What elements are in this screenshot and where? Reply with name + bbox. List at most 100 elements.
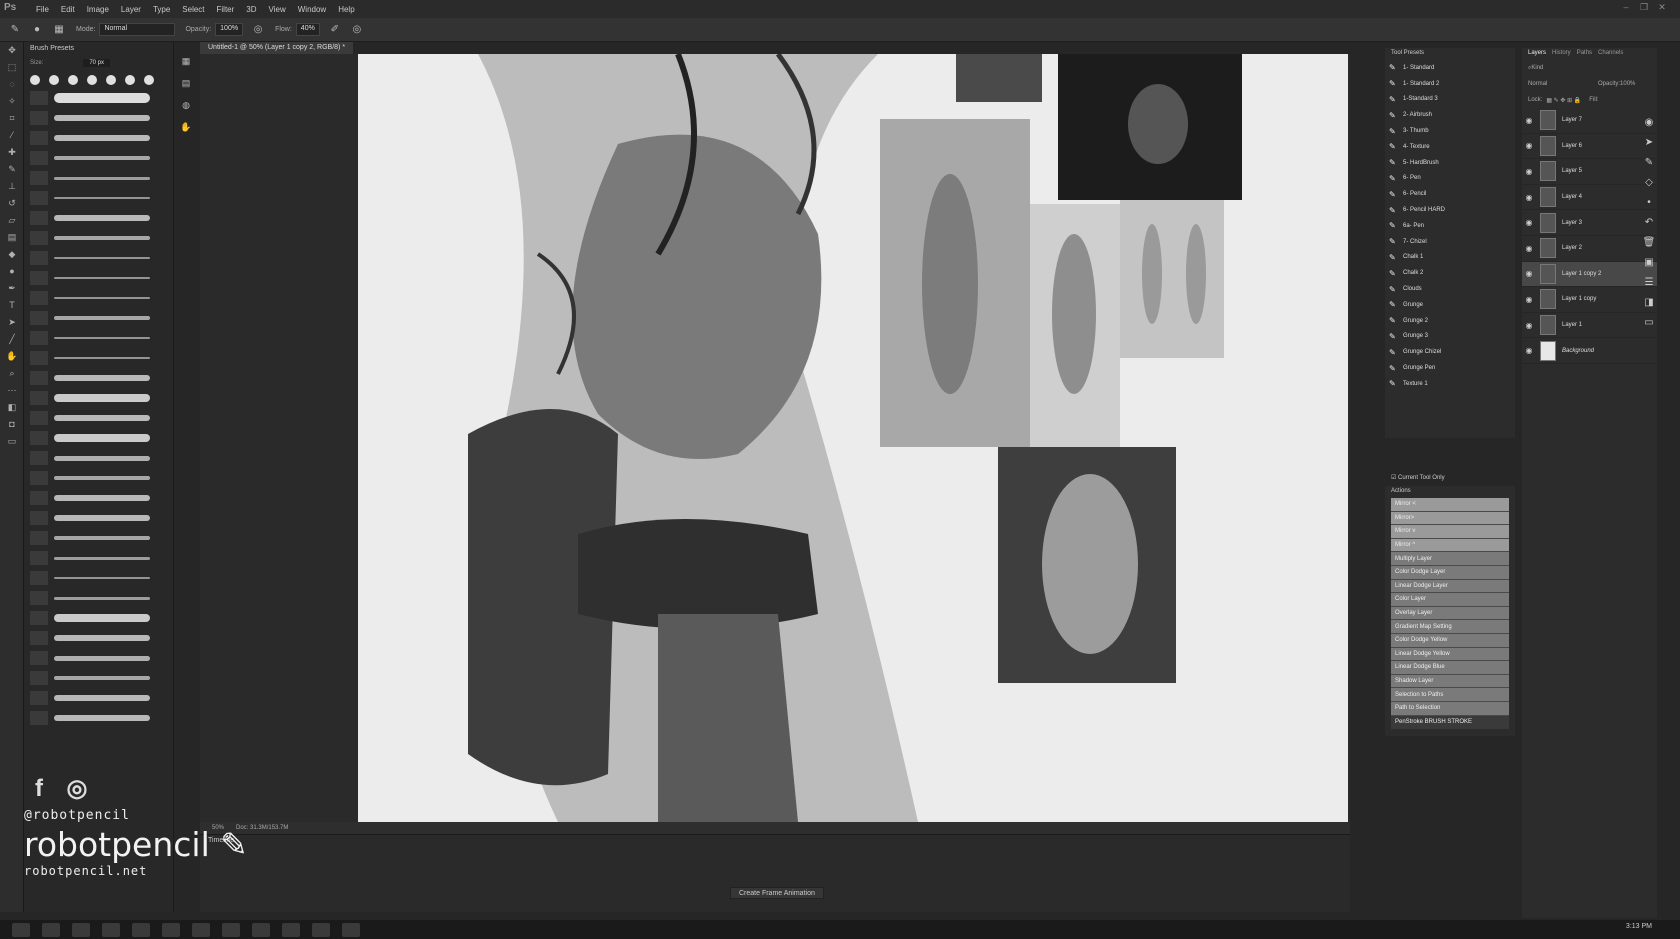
camera-icon[interactable]: ▣ [1640, 254, 1658, 272]
eyedropper-icon[interactable]: ⁄ [0, 127, 24, 144]
visibility-eye-icon[interactable]: ◉ [1522, 244, 1536, 253]
brush-preset-item[interactable] [24, 448, 173, 468]
clone-stamp-icon[interactable]: ⊥ [0, 178, 24, 195]
swatches-panel-icon[interactable]: ▦ [178, 56, 194, 72]
visibility-eye-icon[interactable]: ◉ [1522, 321, 1536, 330]
color-swatches-icon[interactable]: ◧ [0, 399, 24, 416]
brush-preset-item[interactable] [24, 568, 173, 588]
tool-preset-item[interactable]: ✎ Clouds [1385, 281, 1515, 297]
taskbar-app-icon[interactable] [162, 922, 180, 937]
tool-preset-item[interactable]: ✎ Chalk 2 [1385, 265, 1515, 281]
action-button[interactable]: Linear Dodge Layer [1391, 579, 1509, 594]
brush-preset-item[interactable] [24, 368, 173, 388]
adjustments-panel-icon[interactable]: ▤ [178, 78, 194, 94]
lock-icon[interactable]: ▦ ✎ ✥ ⊞ 🔒 [1546, 97, 1581, 104]
healing-brush-icon[interactable]: ✚ [0, 144, 24, 161]
layer-row[interactable]: ◉ Layer 2 [1522, 236, 1657, 262]
menu-help[interactable]: Help [332, 5, 360, 14]
action-button[interactable]: Mirror v [1391, 525, 1509, 539]
visibility-eye-icon[interactable]: ◉ [1522, 141, 1536, 150]
eye-icon[interactable]: ◉ [1640, 114, 1658, 132]
brush-tip[interactable] [87, 75, 97, 85]
restore-icon[interactable]: ❐ [1638, 2, 1650, 14]
tab-layers[interactable]: Layers [1528, 50, 1546, 60]
layer-row[interactable]: ◉ Background [1522, 338, 1657, 364]
menu-select[interactable]: Select [176, 5, 210, 14]
brush-picker-icon[interactable]: ● [30, 23, 44, 37]
path-select-icon[interactable]: ➤ [0, 314, 24, 331]
action-button[interactable]: Linear Dodge Blue [1391, 661, 1509, 675]
menu-view[interactable]: View [263, 5, 292, 14]
brush-tip[interactable] [49, 75, 59, 85]
tool-preset-item[interactable]: ✎ Grunge 2 [1385, 313, 1515, 329]
tab-history[interactable]: History [1552, 50, 1571, 60]
action-button[interactable]: Selection to Paths [1391, 688, 1509, 702]
layer-row[interactable]: ◉ Layer 3 [1522, 210, 1657, 236]
brush-preset-item[interactable] [24, 628, 173, 648]
line-tool-icon[interactable]: ╱ [0, 331, 24, 348]
brush-preset-item[interactable] [24, 208, 173, 228]
more-tools-icon[interactable]: ⋯ [0, 382, 24, 399]
brush-preset-item[interactable] [24, 508, 173, 528]
tool-preset-item[interactable]: ✎ Grunge [1385, 297, 1515, 313]
dodge-tool-icon[interactable]: ● [0, 263, 24, 280]
brush-size-field[interactable]: 70 px [83, 59, 111, 67]
brush-preset-item[interactable] [24, 328, 173, 348]
brush-tip[interactable] [106, 75, 116, 85]
flow-field[interactable]: 40% [295, 23, 320, 36]
tab-paths[interactable]: Paths [1577, 50, 1592, 60]
brush-preset-item[interactable] [24, 128, 173, 148]
brush-preset-item[interactable] [24, 228, 173, 248]
action-button[interactable]: Mirror> [1391, 511, 1509, 526]
tool-preset-item[interactable]: ✎ 4- Texture [1385, 139, 1515, 155]
quick-mask-icon[interactable]: ◘ [0, 416, 24, 433]
lasso-tool-icon[interactable]: ◌ [0, 76, 24, 93]
pressure-opacity-icon[interactable]: ◎ [251, 23, 265, 37]
mode-select[interactable]: Normal [99, 23, 176, 36]
eraser-icon[interactable]: ◇ [1640, 174, 1658, 192]
tool-preset-item[interactable]: ✎ 2- Airbrush [1385, 107, 1515, 123]
history-brush-icon[interactable]: ↺ [0, 195, 24, 212]
layer-row[interactable]: ◉ Layer 6 [1522, 134, 1657, 160]
menu-type[interactable]: Type [147, 5, 176, 14]
visibility-eye-icon[interactable]: ◉ [1522, 295, 1536, 304]
taskbar-app-icon[interactable] [132, 922, 150, 937]
tool-preset-item[interactable]: ✎ Texture 1 [1385, 376, 1515, 392]
layer-opacity-field[interactable]: 100% [1620, 81, 1635, 87]
action-button[interactable]: Color Dodge Layer [1391, 565, 1509, 580]
brush-preset-item[interactable] [24, 88, 173, 108]
airbrush-icon[interactable]: ✐ [328, 23, 342, 37]
document-canvas[interactable] [358, 54, 1348, 822]
brush-preset-item[interactable] [24, 308, 173, 328]
close-icon[interactable]: ✕ [1656, 2, 1668, 14]
menu-window[interactable]: Window [292, 5, 332, 14]
pencil-icon[interactable]: ✎ [1640, 154, 1658, 172]
quick-select-icon[interactable]: ✧ [0, 93, 24, 110]
brush-preset-item[interactable] [24, 668, 173, 688]
brush-preset-item[interactable] [24, 408, 173, 428]
tool-preset-item[interactable]: ✎ 6- Pen [1385, 171, 1515, 187]
menu-file[interactable]: File [30, 5, 55, 14]
screen-mode-icon[interactable]: ▭ [0, 433, 24, 450]
brush-preset-item[interactable] [24, 608, 173, 628]
action-button[interactable]: Mirror < [1391, 498, 1509, 512]
brush-preset-item[interactable] [24, 708, 173, 728]
action-button[interactable]: Path to Selection [1391, 701, 1509, 716]
brush-preset-item[interactable] [24, 268, 173, 288]
swatch-icon[interactable]: ◨ [1640, 294, 1658, 312]
layer-row[interactable]: ◉ Layer 7 [1522, 108, 1657, 134]
action-button[interactable]: PenStroke BRUSH STROKE [1391, 715, 1509, 730]
blend-mode-select[interactable]: Normal [1528, 81, 1598, 87]
tool-preset-item[interactable]: ✎ 1- Standard 2 [1385, 76, 1515, 92]
menu-image[interactable]: Image [81, 5, 115, 14]
brush-preset-item[interactable] [24, 168, 173, 188]
taskbar-app-icon[interactable] [222, 922, 240, 937]
clone-source-icon[interactable]: ◍ [178, 100, 194, 116]
eraser-icon[interactable]: ▱ [0, 212, 24, 229]
zoom-tool-icon[interactable]: ⌕ [0, 365, 24, 382]
taskbar-app-icon[interactable] [192, 922, 210, 937]
brush-tip[interactable] [125, 75, 135, 85]
brush-tip[interactable] [68, 75, 78, 85]
dot-icon[interactable]: • [1640, 194, 1658, 212]
action-button[interactable]: Multiply Layer [1391, 552, 1509, 566]
